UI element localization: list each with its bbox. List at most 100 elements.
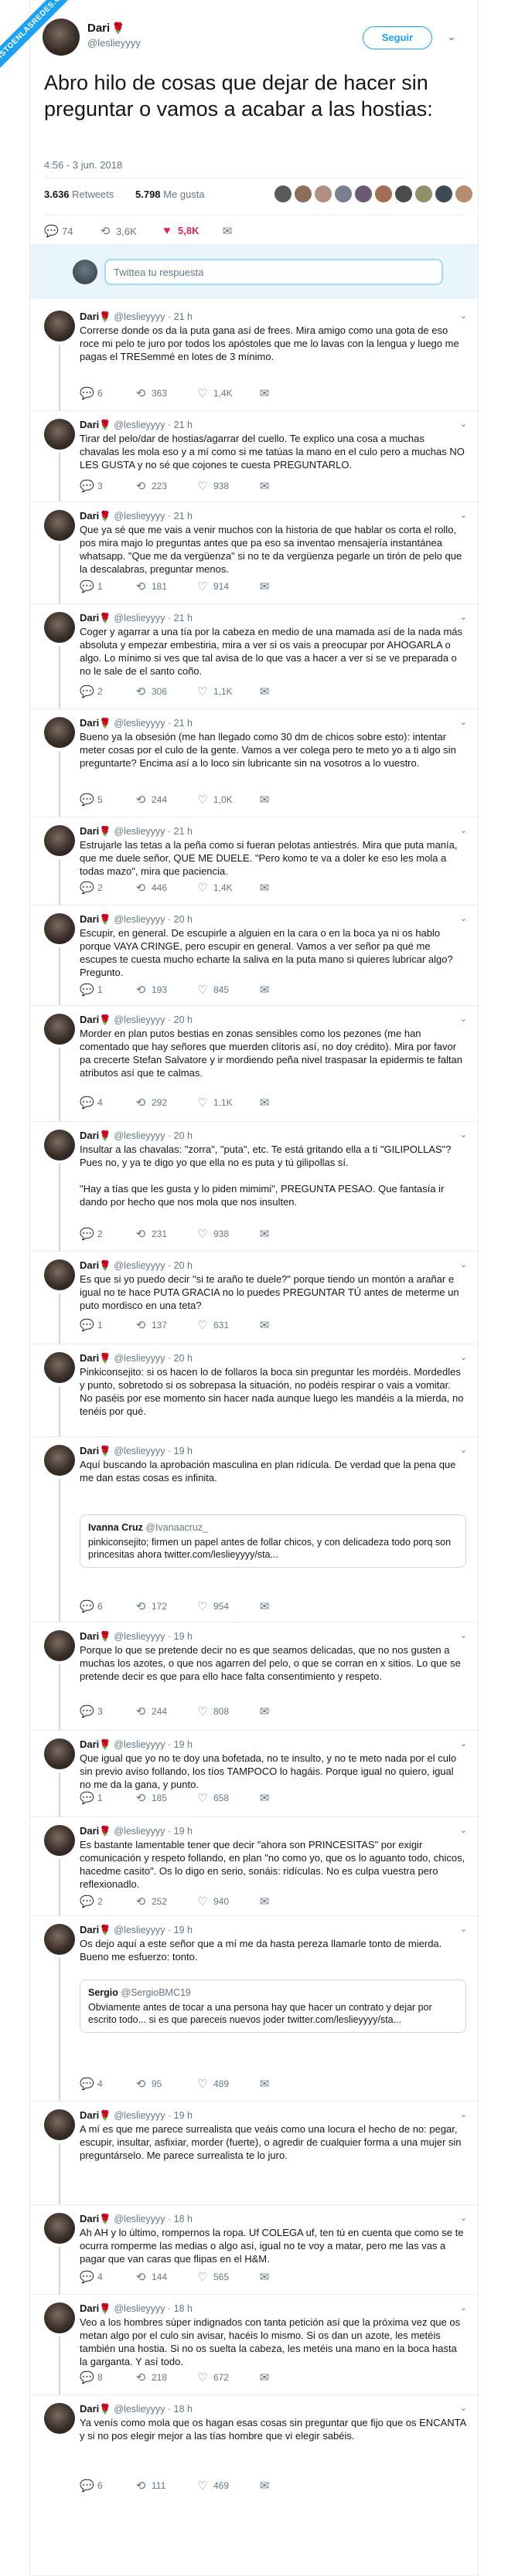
author-name[interactable]: Dari (80, 2213, 99, 2224)
like-button[interactable]: ♡ 845 (196, 983, 229, 997)
author-avatar[interactable] (44, 717, 75, 748)
tweet-time[interactable]: 20 h (174, 1353, 193, 1364)
thread-tweet[interactable]: Dari🌹 @leslieyyyy · 19 h ⌄ Que igual que y… (30, 1731, 478, 1817)
retweet-button[interactable]: ⟲ 95 (134, 2077, 162, 2091)
dm-button[interactable]: ✉ (257, 386, 271, 400)
tweet-time[interactable]: 20 h (174, 1014, 193, 1025)
liker-avatar[interactable] (455, 185, 472, 202)
author-handle[interactable]: @leslieyyyy (111, 1631, 165, 1642)
author-handle[interactable]: @leslieyyyy (111, 914, 165, 925)
chevron-down-icon[interactable]: ⌄ (460, 311, 467, 321)
reply-button[interactable]: 💬 1 (80, 1791, 103, 1805)
author-handle[interactable]: @leslieyyyy (111, 826, 165, 837)
author-avatar[interactable] (44, 1738, 75, 1769)
retweet-button[interactable]: ⟲ 111 (134, 2479, 166, 2493)
author-handle[interactable]: @leslieyyyy (111, 311, 165, 322)
like-button[interactable]: ♡ 1,1K (196, 685, 232, 698)
dm-button[interactable]: ✉ (257, 2479, 271, 2493)
like-button[interactable]: ♡ 1,4K (196, 881, 232, 895)
author-handle[interactable]: @leslieyyyy (111, 1260, 165, 1271)
like-button[interactable]: ♡ 658 (196, 1791, 229, 1805)
author-name[interactable]: Dari (80, 2302, 99, 2314)
author-name[interactable]: Dari (80, 311, 99, 322)
follow-button[interactable]: Seguir (363, 26, 432, 49)
reply-button[interactable]: 💬 74 (44, 224, 73, 238)
thread-tweet[interactable]: Dari🌹 @leslieyyyy · 19 h ⌄ Os dejo aquí a … (30, 1916, 478, 2102)
chevron-down-icon[interactable]: ⌄ (460, 913, 467, 923)
retweet-button[interactable]: ⟲ 306 (134, 685, 167, 698)
reply-button[interactable]: 💬 2 (80, 881, 103, 895)
thread-tweet[interactable]: Dari🌹 @leslieyyyy · 21 h ⌄ Correrse donde … (30, 303, 478, 411)
like-button[interactable]: ♡ 565 (196, 2270, 229, 2284)
author-name[interactable]: Dari (80, 1130, 99, 1141)
chevron-down-icon[interactable]: ⌄ (460, 1445, 467, 1455)
quoted-tweet[interactable]: Sergio @SergioBMC19 Obviamente antes de t… (80, 1980, 466, 2033)
author-handle[interactable]: @leslieyyyy (111, 511, 165, 522)
retweet-button[interactable]: ⟲ 172 (134, 1599, 167, 1613)
liker-avatar[interactable] (274, 185, 292, 202)
retweet-button[interactable]: ⟲ 244 (134, 793, 167, 807)
liker-avatar[interactable] (415, 185, 432, 202)
like-button[interactable]: ♡ 1,1K (196, 1096, 232, 1110)
reply-button[interactable]: 💬 1 (80, 579, 103, 593)
author-avatar[interactable] (44, 1630, 75, 1661)
thread-tweet[interactable]: Dari🌹 @leslieyyyy · 19 h ⌄ Porque lo que s… (30, 1623, 478, 1731)
retweet-button[interactable]: ⟲ 218 (134, 2370, 167, 2384)
author-avatar[interactable] (44, 1259, 75, 1290)
reply-button[interactable]: 💬 3 (80, 479, 103, 493)
author-avatar[interactable] (44, 612, 75, 643)
likers-avatars[interactable] (274, 185, 476, 204)
reply-button[interactable]: 💬 4 (80, 2270, 103, 2284)
tweet-time[interactable]: 19 h (174, 2110, 193, 2121)
liker-avatar[interactable] (435, 185, 452, 202)
quoted-tweet[interactable]: Ivanna Cruz @Ivanaacruz_ pinkiconsejito; … (80, 1514, 466, 1568)
dm-button[interactable]: ✉ (220, 224, 234, 238)
author-name[interactable]: Dari 🌹 (87, 22, 125, 35)
author-handle[interactable]: @leslieyyyy (87, 37, 141, 49)
author-avatar[interactable] (44, 1130, 75, 1161)
author-name[interactable]: Dari (80, 1630, 99, 1642)
retweet-button[interactable]: ⟲ 223 (134, 479, 167, 493)
liker-avatar[interactable] (335, 185, 352, 202)
reply-button[interactable]: 💬 6 (80, 386, 103, 400)
thread-tweet[interactable]: Dari🌹 @leslieyyyy · 20 h ⌄ Insultar a las … (30, 1122, 478, 1252)
thread-tweet[interactable]: Dari🌹 @leslieyyyy · 21 h ⌄ Que ya sé que m… (30, 502, 478, 604)
retweet-button[interactable]: ⟲ 363 (134, 386, 167, 400)
reply-button[interactable]: 💬 2 (80, 685, 103, 698)
chevron-down-icon[interactable]: ⌄ (460, 825, 467, 835)
liker-avatar[interactable] (395, 185, 412, 202)
reply-button[interactable]: 💬 1 (80, 983, 103, 997)
like-button[interactable]: ♡ 954 (196, 1599, 229, 1613)
chevron-down-icon[interactable]: ⌄ (460, 1924, 467, 1934)
thread-tweet[interactable]: Dari🌹 @leslieyyyy · 18 h ⌄ Veo a los hombr… (30, 2295, 478, 2395)
chevron-down-icon[interactable]: ⌄ (460, 2403, 467, 2413)
tweet-time[interactable]: 19 h (174, 1446, 193, 1456)
author-name[interactable]: Dari (80, 1445, 99, 1456)
thread-tweet[interactable]: Dari🌹 @leslieyyyy · 19 h ⌄ A mí es que me … (30, 2102, 478, 2205)
author-avatar[interactable] (44, 1825, 75, 1856)
author-avatar[interactable] (44, 1014, 75, 1045)
retweet-button[interactable]: ⟲ 137 (134, 1318, 167, 1332)
like-button[interactable]: ♡ 631 (196, 1318, 229, 1332)
tweet-time[interactable]: 18 h (174, 2214, 193, 2224)
author-name[interactable]: Dari (80, 1825, 99, 1837)
author-avatar[interactable] (44, 1352, 75, 1383)
retweet-button[interactable]: ⟲ 244 (134, 1704, 167, 1718)
retweet-button[interactable]: ⟲ 252 (134, 1895, 167, 1908)
chevron-down-icon[interactable]: ⌄ (460, 1014, 467, 1024)
author-handle[interactable]: @leslieyyyy (111, 1014, 165, 1025)
chevron-down-icon[interactable]: ⌄ (460, 1352, 467, 1362)
chevron-down-icon[interactable]: ⌄ (460, 717, 467, 727)
author-avatar[interactable] (44, 913, 75, 944)
reply-button[interactable]: 💬 3 (80, 1704, 103, 1718)
thread-tweet[interactable]: Dari🌹 @leslieyyyy · 20 h ⌄ Pinkiconsejito:… (30, 1344, 478, 1437)
retweet-button[interactable]: ⟲ 231 (134, 1227, 167, 1241)
liker-avatar[interactable] (355, 185, 372, 202)
author-name[interactable]: Dari (80, 1014, 99, 1025)
author-name[interactable]: Dari (80, 1924, 99, 1935)
thread-tweet[interactable]: Dari🌹 @leslieyyyy · 21 h ⌄ Bueno ya la obs… (30, 709, 478, 817)
author-handle[interactable]: @leslieyyyy (111, 1130, 165, 1141)
author-name[interactable]: Dari (80, 612, 99, 624)
author-avatar[interactable] (44, 1445, 75, 1476)
reply-button[interactable]: 💬 5 (80, 793, 103, 807)
